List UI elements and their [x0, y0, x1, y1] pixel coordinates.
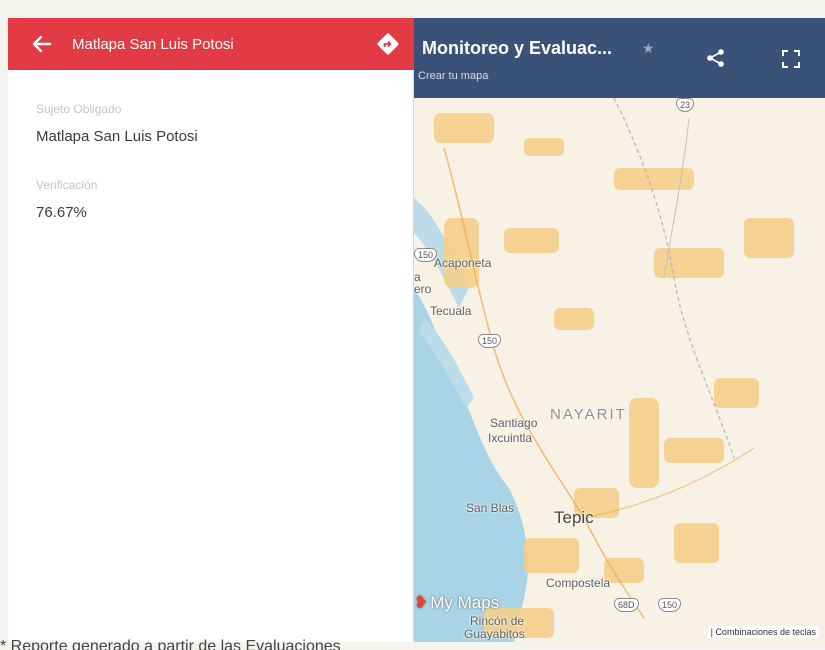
place-label: Ixcuintla — [488, 431, 533, 445]
field-sujeto-obligado: Sujeto Obligado Matlapa San Luis Potosi — [36, 102, 198, 145]
place-label: NAYARIT — [550, 406, 627, 423]
my-maps-logo[interactable]: ❥ My Maps — [414, 593, 499, 613]
create-map-link[interactable]: Crear tu mapa — [418, 70, 488, 82]
field-label: Verificación — [36, 178, 98, 192]
field-value: 76.67% — [36, 204, 87, 221]
place-label: Santiago — [490, 416, 538, 430]
place-label: Acaponeta — [434, 256, 492, 270]
star-icon[interactable]: ★ — [642, 40, 655, 57]
map-title[interactable]: Monitoreo y Evaluac... — [422, 38, 612, 59]
back-arrow-icon[interactable] — [30, 32, 54, 56]
share-icon[interactable] — [706, 48, 726, 68]
panel-title: Matlapa San Luis Potosi — [72, 35, 234, 53]
place-label: a — [414, 270, 421, 284]
route-shield: 150 — [478, 334, 502, 348]
field-label: Sujeto Obligado — [36, 102, 122, 116]
place-label: Rincón de — [470, 614, 525, 628]
screenshot-frame: Matlapa San Luis Potosi Sujeto Obligado … — [8, 18, 825, 642]
map-view[interactable]: Monitoreo y Evaluac... ★ Crear tu mapa 2… — [414, 18, 825, 642]
field-verificacion: Verificación 76.67% — [36, 178, 97, 221]
my-maps-logo-icon: ❥ — [414, 593, 429, 612]
place-label: ero — [414, 282, 432, 296]
place-label: San Blas — [466, 501, 515, 515]
directions-icon[interactable] — [376, 32, 400, 56]
my-maps-brand-text: My Maps — [430, 593, 500, 612]
map-base-layer — [414, 18, 825, 642]
route-shield: 150 — [658, 598, 682, 612]
fullscreen-icon[interactable] — [782, 50, 800, 68]
field-value: Matlapa San Luis Potosi — [36, 128, 198, 145]
place-label: Compostela — [546, 576, 611, 590]
place-label: Tecuala — [430, 304, 472, 318]
keyboard-shortcuts-label: Combinaciones de teclas — [715, 627, 816, 637]
place-label: Tepic — [554, 508, 594, 527]
map-header: Monitoreo y Evaluac... ★ Crear tu mapa — [414, 18, 825, 98]
feature-info-panel: Matlapa San Luis Potosi Sujeto Obligado … — [8, 18, 414, 642]
panel-header: Matlapa San Luis Potosi — [8, 18, 414, 70]
route-shield: 68D — [614, 598, 639, 612]
report-footnote: * Reporte generado a partir de las Evalu… — [0, 638, 341, 650]
keyboard-shortcuts-link[interactable]: | Combinaciones de teclas — [707, 626, 819, 638]
